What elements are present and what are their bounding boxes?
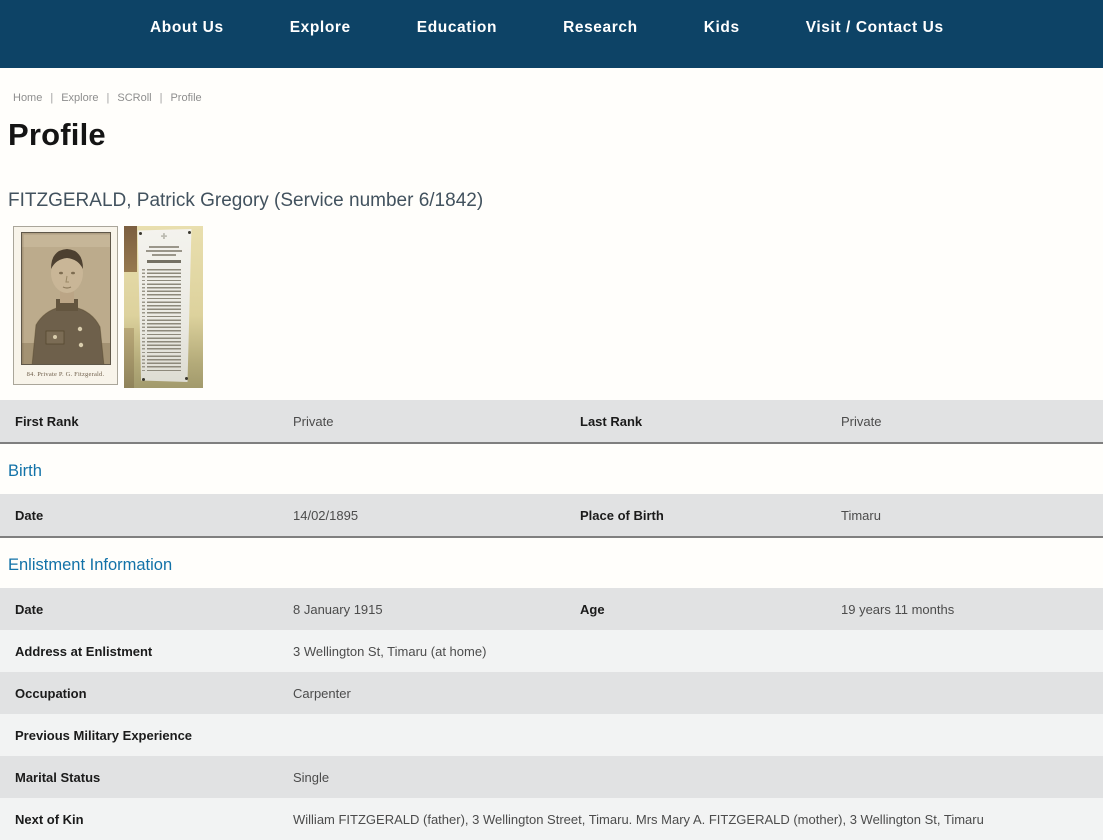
nav-item-about-us[interactable]: About Us	[150, 19, 224, 37]
field-value: Carpenter	[293, 685, 351, 701]
field-label: Next of Kin	[15, 811, 84, 827]
breadcrumb-scroll[interactable]: SCRoll	[117, 92, 151, 104]
field-label: Address at Enlistment	[15, 643, 153, 659]
page-title: Profile	[8, 117, 106, 152]
field-value: Timaru	[841, 507, 881, 523]
table-row: Occupation Carpenter	[0, 672, 1103, 714]
top-navigation: About Us Explore Education Research Kids…	[0, 0, 1103, 68]
section-heading-birth: Birth	[8, 462, 42, 480]
field-label: Date	[15, 507, 44, 523]
breadcrumb-separator: |	[106, 92, 110, 104]
field-value: Private	[293, 413, 334, 429]
field-value: 3 Wellington St, Timaru (at home)	[293, 643, 487, 659]
field-label: Place of Birth	[580, 507, 664, 523]
birth-table: Date 14/02/1895 Place of Birth Timaru	[0, 494, 1103, 538]
nav-item-education[interactable]: Education	[417, 19, 497, 37]
field-label: Age	[580, 601, 605, 617]
soldier-portrait-illustration	[22, 233, 110, 364]
nav-item-visit-contact-us[interactable]: Visit / Contact Us	[806, 19, 944, 37]
roll-of-honour-tablet: ✛	[137, 229, 192, 382]
portrait-caption: 84. Private P. G. Fitzgerald.	[26, 371, 105, 378]
table-row: Previous Military Experience	[0, 714, 1103, 756]
rank-table: First Rank Private Last Rank Private	[0, 400, 1103, 444]
field-label: Marital Status	[15, 769, 101, 785]
table-row: First Rank Private Last Rank Private	[0, 400, 1103, 442]
field-value: 8 January 1915	[293, 601, 383, 617]
breadcrumb: Home | Explore | SCRoll | Profile	[13, 92, 1103, 104]
field-value: Private	[841, 413, 882, 429]
nav-item-explore[interactable]: Explore	[290, 19, 351, 37]
breadcrumb-explore[interactable]: Explore	[61, 92, 98, 104]
field-label: Last Rank	[580, 413, 643, 429]
breadcrumb-home[interactable]: Home	[13, 92, 42, 104]
table-row: Next of Kin William FITZGERALD (father),…	[0, 798, 1103, 840]
memorial-plaque-thumbnail[interactable]: ✛	[124, 226, 203, 388]
section-heading-enlistment: Enlistment Information	[8, 556, 173, 574]
enlistment-table: Date 8 January 1915 Age 19 years 11 mont…	[0, 588, 1103, 840]
field-value: William FITZGERALD (father), 3 Wellingto…	[293, 811, 984, 827]
profile-images: 84. Private P. G. Fitzgerald. ✛	[13, 226, 1103, 388]
field-label: First Rank	[15, 413, 79, 429]
breadcrumb-separator: |	[50, 92, 54, 104]
field-value: 14/02/1895	[293, 507, 359, 523]
field-label: Occupation	[15, 685, 87, 701]
profile-name-heading: FITZGERALD, Patrick Gregory (Service num…	[8, 190, 484, 211]
field-label: Date	[15, 601, 44, 617]
table-row: Address at Enlistment 3 Wellington St, T…	[0, 630, 1103, 672]
breadcrumb-separator: |	[159, 92, 163, 104]
nav-item-research[interactable]: Research	[563, 19, 638, 37]
plaque-wall-corner	[124, 226, 137, 272]
nav-item-kids[interactable]: Kids	[704, 19, 740, 37]
tablet-number-column	[142, 269, 145, 373]
table-row: Date 8 January 1915 Age 19 years 11 mont…	[0, 588, 1103, 630]
field-value: 19 years 11 months	[841, 601, 955, 617]
portrait-photo-thumbnail[interactable]: 84. Private P. G. Fitzgerald.	[13, 226, 118, 385]
breadcrumb-profile: Profile	[170, 92, 202, 104]
table-row: Date 14/02/1895 Place of Birth Timaru	[0, 494, 1103, 536]
tablet-name-lines	[147, 269, 181, 373]
field-label: Previous Military Experience	[15, 727, 193, 743]
table-row: Marital Status Single	[0, 756, 1103, 798]
field-value: Single	[293, 769, 330, 785]
plaque-wall-edge	[124, 328, 134, 388]
cross-icon: ✛	[160, 232, 168, 241]
portrait-photo	[21, 232, 111, 365]
